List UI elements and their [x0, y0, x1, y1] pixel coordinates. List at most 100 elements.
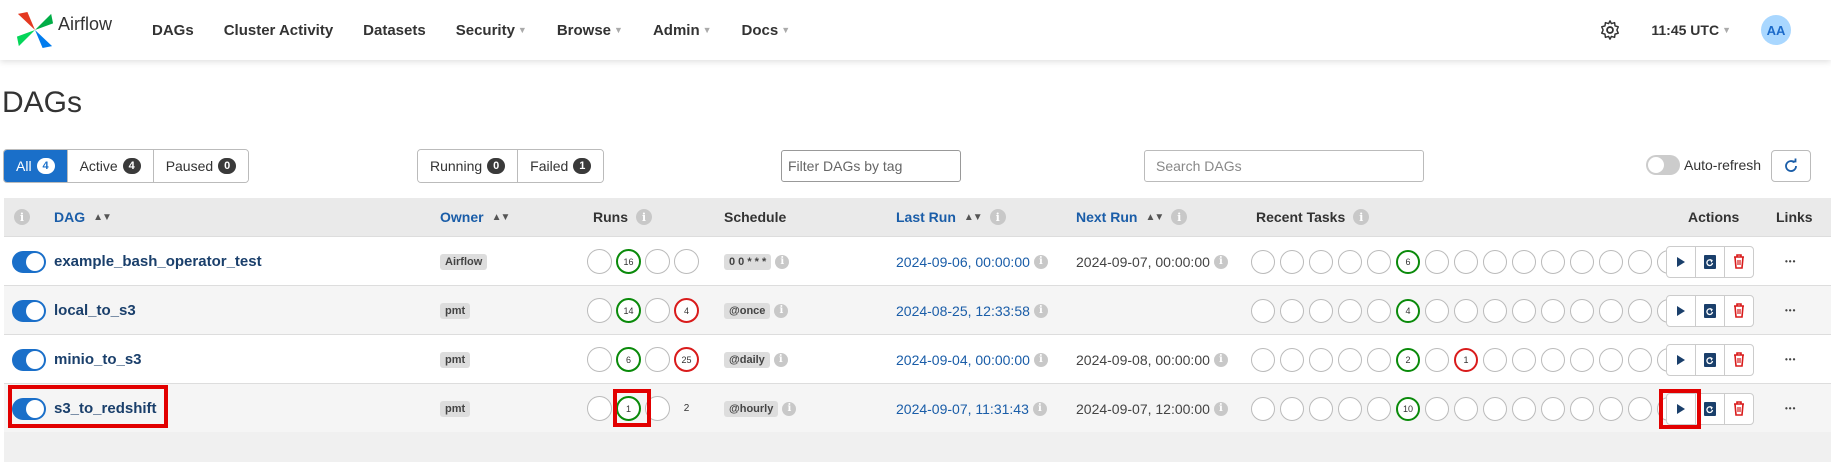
run-status-circle[interactable]: 4: [674, 298, 699, 323]
task-status-circle[interactable]: [1628, 298, 1652, 323]
task-status-circle[interactable]: [1483, 396, 1507, 421]
task-status-circle[interactable]: [1367, 298, 1391, 323]
search-input[interactable]: Search DAGs: [1144, 150, 1424, 182]
column-last-run[interactable]: Last Run ▲▼ i: [896, 209, 1006, 225]
task-status-circle[interactable]: 4: [1396, 298, 1420, 323]
task-status-circle[interactable]: [1367, 347, 1391, 372]
info-icon[interactable]: i: [1033, 352, 1048, 367]
info-icon[interactable]: i: [989, 209, 1006, 225]
brand[interactable]: Airflow: [16, 11, 136, 49]
column-next-run[interactable]: Next Run ▲▼ i: [1076, 209, 1188, 225]
task-status-circle[interactable]: [1251, 396, 1275, 421]
task-status-circle[interactable]: [1338, 396, 1362, 421]
task-status-circle[interactable]: [1512, 396, 1536, 421]
delete-dag-button[interactable]: [1724, 343, 1754, 376]
task-status-circle[interactable]: 2: [1396, 347, 1420, 372]
nav-item-dags[interactable]: DAGs: [152, 22, 194, 39]
filter-active[interactable]: Active 4: [67, 150, 154, 182]
nav-item-cluster-activity[interactable]: Cluster Activity: [224, 22, 333, 39]
task-status-circle[interactable]: 1: [1454, 347, 1478, 372]
task-status-circle[interactable]: [1599, 347, 1623, 372]
last-run-link[interactable]: 2024-09-07, 11:31:43: [896, 401, 1029, 417]
task-status-circle[interactable]: [1338, 249, 1362, 274]
task-status-circle[interactable]: [1454, 298, 1478, 323]
task-status-circle[interactable]: [1541, 298, 1565, 323]
owner-tag[interactable]: pmt: [440, 351, 471, 368]
info-icon[interactable]: i: [775, 254, 790, 269]
column-dag[interactable]: DAG ▲▼: [54, 209, 112, 225]
task-status-circle[interactable]: [1599, 249, 1623, 274]
tag-filter-input[interactable]: Filter DAGs by tag: [781, 150, 961, 182]
info-icon[interactable]: i: [1213, 352, 1228, 367]
run-status-circle[interactable]: [645, 249, 670, 274]
task-status-circle[interactable]: [1512, 347, 1536, 372]
task-status-circle[interactable]: [1454, 249, 1478, 274]
info-icon[interactable]: i: [1032, 401, 1047, 416]
task-status-circle[interactable]: [1425, 298, 1449, 323]
avatar[interactable]: AA: [1761, 15, 1791, 45]
filter-all[interactable]: All 4: [4, 150, 68, 182]
run-status-circle[interactable]: [645, 298, 670, 323]
task-status-circle[interactable]: [1367, 249, 1391, 274]
task-status-circle[interactable]: [1628, 249, 1652, 274]
task-status-circle[interactable]: [1483, 249, 1507, 274]
task-status-circle[interactable]: [1483, 347, 1507, 372]
auto-refresh-toggle[interactable]: Auto-refresh: [1646, 155, 1761, 175]
last-run-link[interactable]: 2024-09-04, 00:00:00: [896, 352, 1030, 368]
run-status-circle[interactable]: [587, 347, 612, 372]
task-status-circle[interactable]: [1280, 347, 1304, 372]
nav-item-browse[interactable]: Browse ▼: [557, 22, 623, 39]
task-status-circle[interactable]: [1309, 249, 1333, 274]
task-status-circle[interactable]: [1280, 396, 1304, 421]
task-status-circle[interactable]: [1338, 347, 1362, 372]
column-owner[interactable]: Owner ▲▼: [440, 209, 510, 225]
auto-refresh-switch[interactable]: [1646, 155, 1680, 175]
task-status-circle[interactable]: [1280, 249, 1304, 274]
run-status-circle[interactable]: [587, 298, 612, 323]
owner-tag[interactable]: Airflow: [440, 253, 488, 270]
delete-dag-button[interactable]: [1724, 392, 1754, 425]
owner-tag[interactable]: pmt: [440, 302, 471, 319]
task-status-circle[interactable]: [1425, 396, 1449, 421]
last-run-link[interactable]: 2024-08-25, 12:33:58: [896, 303, 1030, 319]
info-icon[interactable]: i: [782, 401, 797, 416]
run-status-circle[interactable]: 6: [616, 347, 641, 372]
clear-dag-button[interactable]: [1695, 343, 1725, 376]
timezone-dropdown[interactable]: 11:45 UTC ▼: [1651, 22, 1731, 38]
info-icon[interactable]: i: [1213, 401, 1228, 416]
nav-item-security[interactable]: Security ▼: [456, 22, 527, 39]
task-status-circle[interactable]: [1512, 249, 1536, 274]
info-icon[interactable]: i: [773, 352, 788, 367]
info-icon[interactable]: i: [1033, 254, 1048, 269]
more-options-icon[interactable]: •••: [1785, 404, 1796, 413]
dag-name-link[interactable]: minio_to_s3: [54, 351, 142, 368]
filter-paused[interactable]: Paused 0: [153, 150, 249, 182]
last-run-link[interactable]: 2024-09-06, 00:00:00: [896, 254, 1030, 270]
owner-tag[interactable]: pmt: [440, 400, 471, 417]
task-status-circle[interactable]: [1570, 347, 1594, 372]
clear-dag-button[interactable]: [1695, 294, 1725, 327]
task-status-circle[interactable]: [1280, 298, 1304, 323]
task-status-circle[interactable]: [1541, 396, 1565, 421]
dag-active-toggle[interactable]: [12, 299, 46, 322]
task-status-circle[interactable]: [1454, 396, 1478, 421]
nav-item-admin[interactable]: Admin ▼: [653, 22, 712, 39]
task-status-circle[interactable]: [1483, 298, 1507, 323]
run-status-circle[interactable]: 25: [674, 347, 699, 372]
task-status-circle[interactable]: [1599, 298, 1623, 323]
task-status-circle[interactable]: 10: [1396, 396, 1420, 421]
task-status-circle[interactable]: [1309, 298, 1333, 323]
task-status-circle[interactable]: [1541, 347, 1565, 372]
task-status-circle[interactable]: 6: [1396, 249, 1420, 274]
task-status-circle[interactable]: [1628, 396, 1652, 421]
run-status-circle[interactable]: 14: [616, 298, 641, 323]
delete-dag-button[interactable]: [1724, 245, 1754, 278]
task-status-circle[interactable]: [1251, 298, 1275, 323]
info-icon[interactable]: i: [774, 303, 789, 318]
clear-dag-button[interactable]: [1695, 245, 1725, 278]
task-status-circle[interactable]: [1541, 249, 1565, 274]
trigger-dag-button[interactable]: [1666, 343, 1696, 376]
info-icon[interactable]: i: [1171, 209, 1188, 225]
more-options-icon[interactable]: •••: [1785, 355, 1796, 364]
run-status-circle[interactable]: 16: [616, 249, 641, 274]
